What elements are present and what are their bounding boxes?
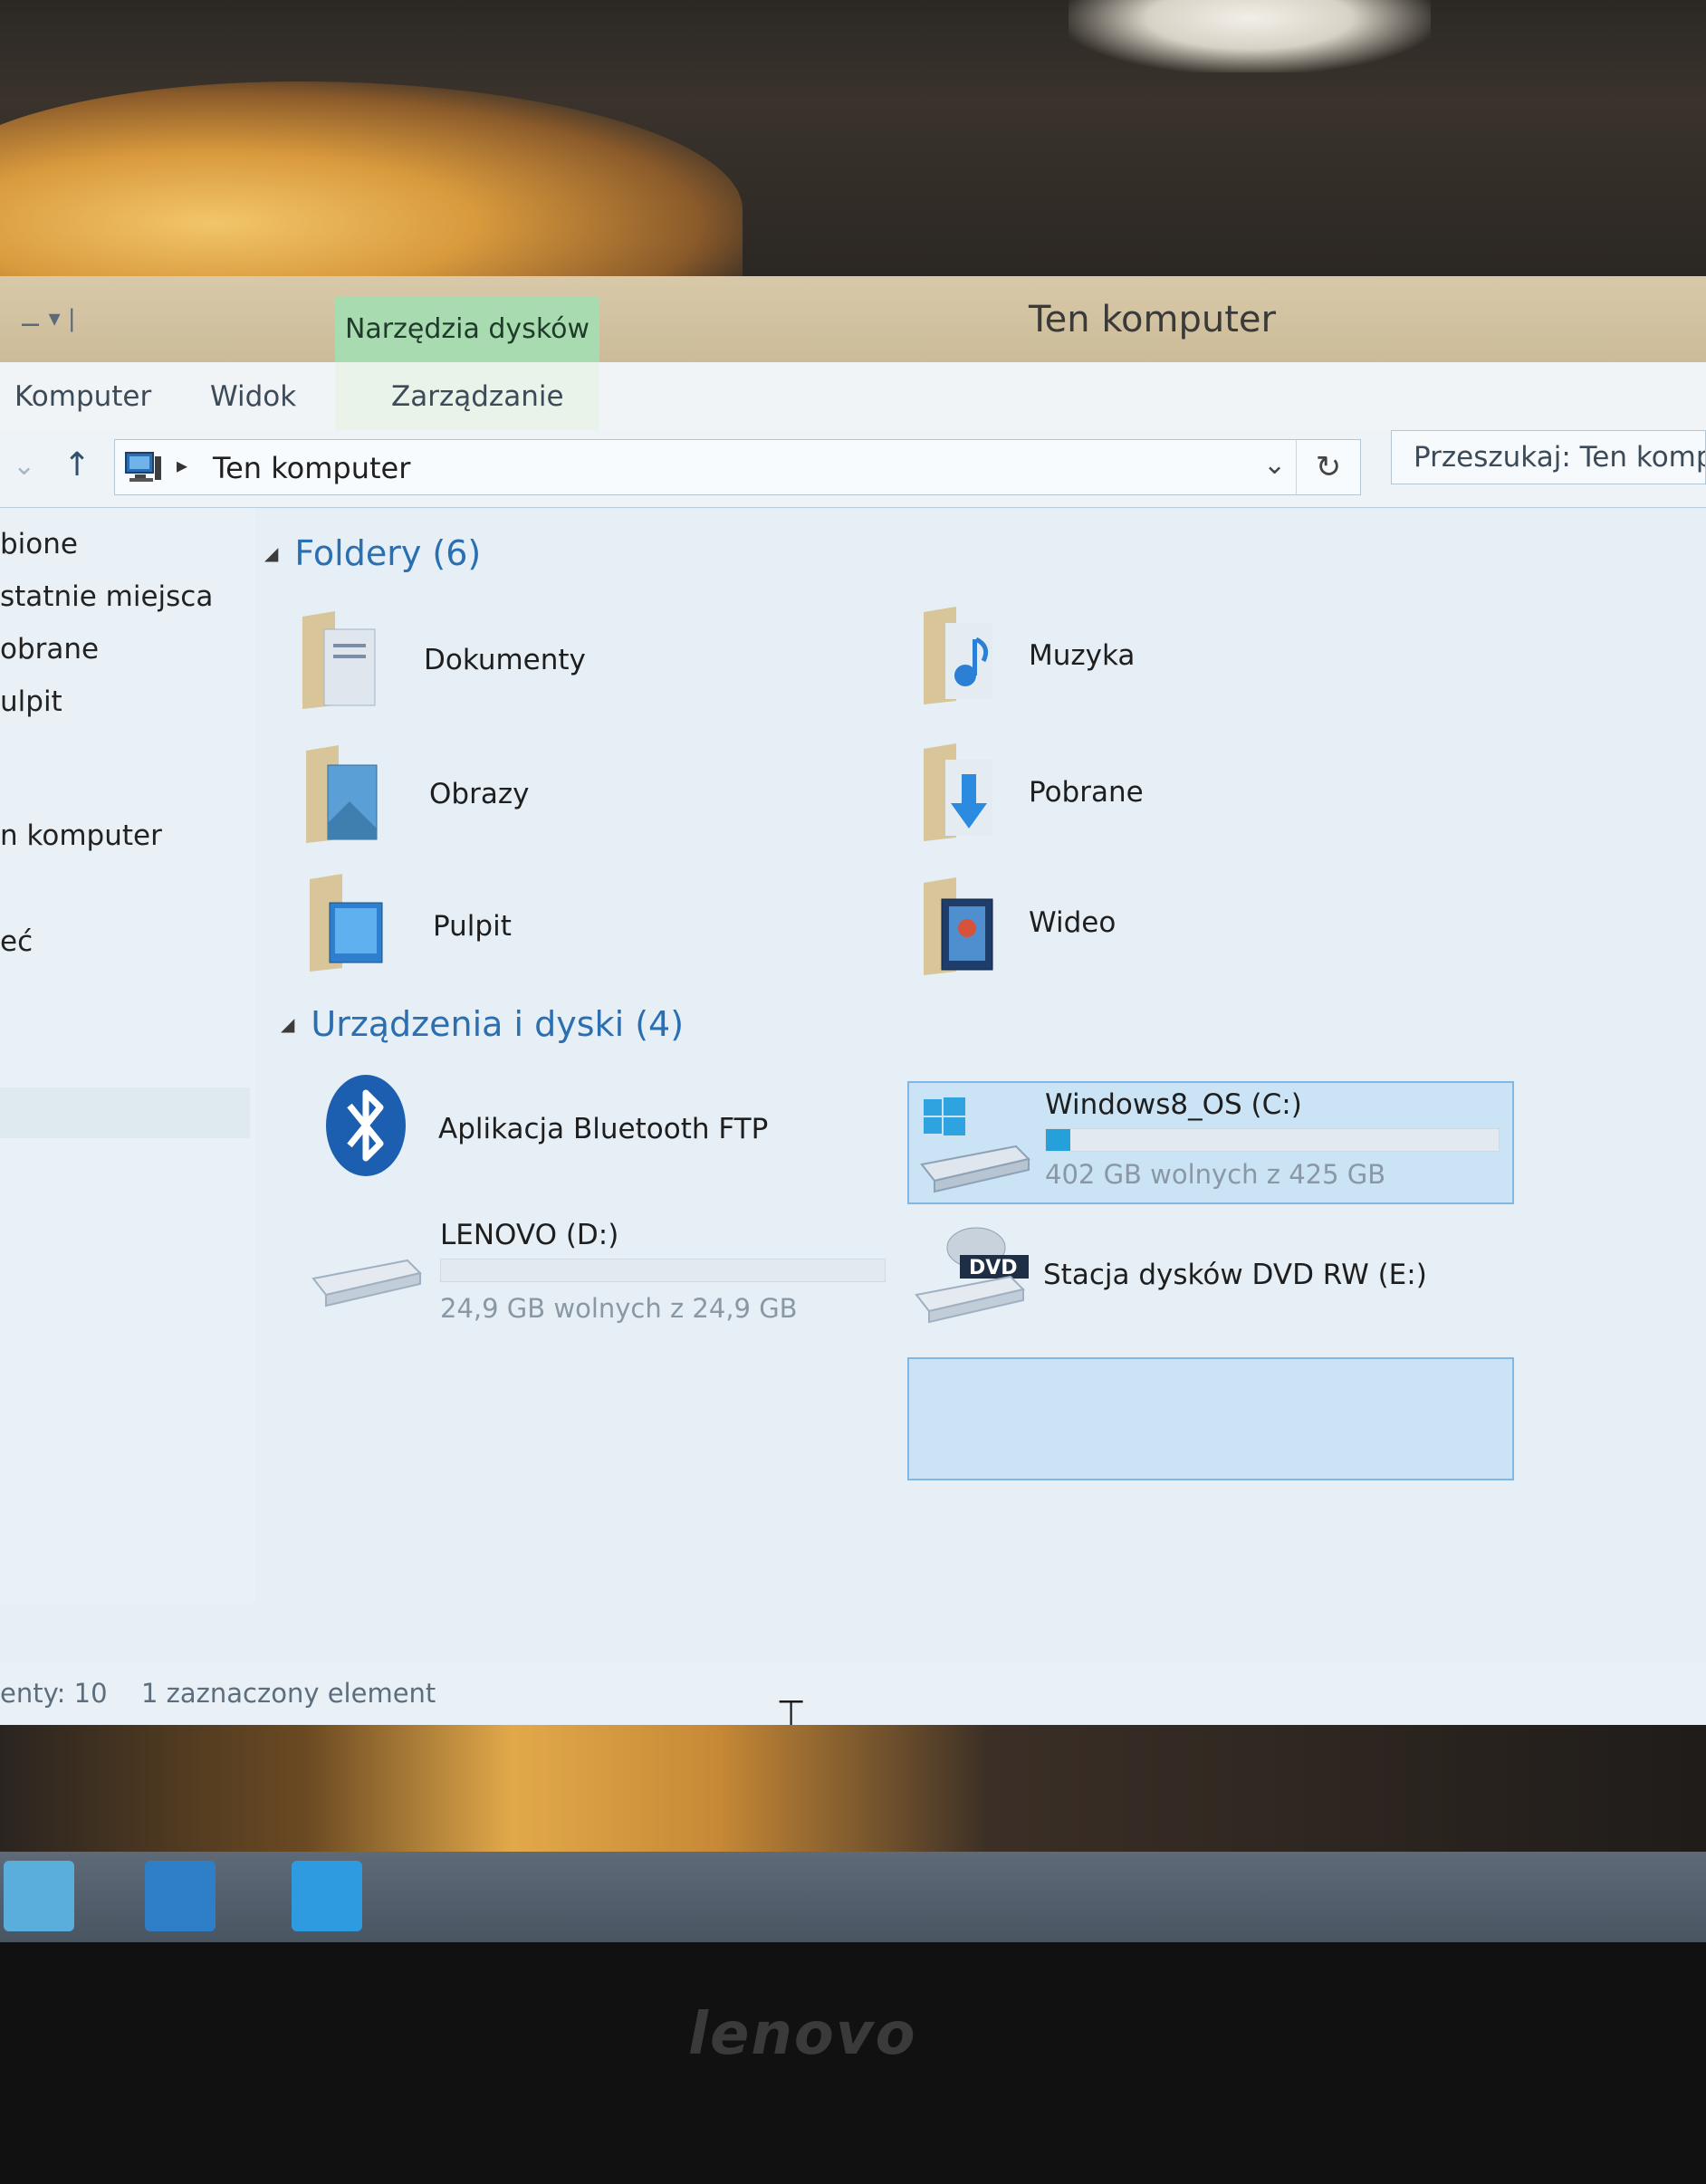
device-bluetooth-ftp[interactable]: Aplikacja Bluetooth FTP: [322, 1071, 829, 1189]
drive-name: Stacja dysków DVD RW (E:): [1043, 1259, 1427, 1291]
group-header-devices[interactable]: ◢ Urządzenia i dyski (4): [281, 1004, 684, 1044]
folder-downloads[interactable]: Pobrane: [920, 740, 1463, 857]
taskbar-computer-icon[interactable]: [145, 1861, 216, 1931]
file-explorer-window: ⚊ ▾ | Narzędzia dysków Ten komputer Komp…: [0, 276, 1706, 1745]
nav-item-this-pc[interactable]: [0, 1087, 250, 1138]
folder-label: Pobrane: [1029, 776, 1144, 809]
drive-name: Windows8_OS (C:): [1045, 1088, 1302, 1121]
collapse-triangle-icon[interactable]: ◢: [281, 1013, 294, 1035]
group-title: Urządzenia i dyski (4): [311, 1004, 685, 1044]
search-input[interactable]: Przeszukaj: Ten komp: [1391, 430, 1706, 484]
folder-videos[interactable]: Wideo: [920, 874, 1463, 991]
address-bar[interactable]: ▸ Ten komputer ⌄ ↻: [114, 439, 1361, 495]
nav-item-this-pc-label[interactable]: n komputer: [0, 819, 162, 852]
folder-pictures[interactable]: Obrazy: [302, 742, 846, 859]
music-folder-icon: [924, 607, 992, 704]
drive-free-space: 402 GB wolnych z 425 GB: [1045, 1159, 1386, 1190]
up-arrow-icon[interactable]: ↑: [63, 446, 91, 484]
address-dropdown-icon[interactable]: ⌄: [1263, 449, 1286, 481]
drive-usage-bar: [1045, 1128, 1500, 1152]
taskbar-mail-icon[interactable]: [4, 1861, 74, 1931]
drive-usage-bar: [440, 1259, 886, 1282]
folder-documents[interactable]: Dokumenty: [299, 608, 842, 725]
group-header-folders[interactable]: ◢ Foldery (6): [264, 533, 481, 573]
folder-label: Pulpit: [433, 910, 512, 943]
bluetooth-icon: [326, 1075, 406, 1176]
selection-count: 1 zaznaczony element: [141, 1678, 436, 1709]
desktop-wallpaper-top: [0, 0, 1706, 290]
brand-logo: lenovo: [688, 2001, 917, 2068]
wallpaper-leaf: [0, 81, 743, 290]
search-placeholder: Przeszukaj: Ten komp: [1414, 441, 1706, 474]
title-bar: ⚊ ▾ | Narzędzia dysków Ten komputer: [0, 276, 1706, 362]
folder-label: Dokumenty: [424, 644, 586, 676]
collapse-triangle-icon[interactable]: ◢: [264, 542, 278, 564]
taskbar: [0, 1852, 1706, 1942]
nav-item-desktop[interactable]: ulpit: [0, 685, 62, 718]
drive-d[interactable]: [310, 1486, 853, 1622]
nav-item-downloads[interactable]: obrane: [0, 633, 99, 666]
navigation-bar: ⌄ ↑ ▸ Ten komputer ⌄ ↻ Przeszukaj: Ten k…: [0, 430, 1706, 508]
drive-c[interactable]: [907, 1357, 1514, 1480]
nav-item-recent[interactable]: statnie miejsca: [0, 580, 213, 613]
desktop-wallpaper-bottom: [0, 1725, 1706, 1852]
navigation-pane: bione statnie miejsca obrane ulpit: [0, 508, 255, 1604]
status-bar: enty: 10 1 zaznaczony element: [0, 1662, 1706, 1725]
videos-folder-icon: [924, 877, 993, 975]
pictures-folder-icon: [306, 745, 378, 843]
nav-item-favorites[interactable]: bione: [0, 528, 78, 560]
folder-label: Wideo: [1029, 906, 1117, 939]
group-title: Foldery (6): [294, 533, 482, 573]
downloads-folder-icon: [924, 743, 992, 841]
nav-item-network[interactable]: eć: [0, 925, 33, 958]
breadcrumb[interactable]: Ten komputer: [213, 451, 410, 485]
contextual-tab-disk-tools[interactable]: Narzędzia dysków: [335, 296, 599, 362]
drive-dvd-tile[interactable]: DVD Stacja dysków DVD RW (E:): [913, 1215, 1547, 1333]
folder-desktop[interactable]: Pulpit: [306, 870, 849, 988]
drive-d-tile[interactable]: LENOVO (D:) 24,9 GB wolnych z 24,9 GB: [308, 1210, 906, 1346]
desktop-folder-icon: [310, 874, 383, 972]
breadcrumb-separator-icon[interactable]: ▸: [177, 453, 187, 478]
drive-c-tile[interactable]: Windows8_OS (C:) 402 GB wolnych z 425 GB: [907, 1081, 1514, 1204]
device-label: Aplikacja Bluetooth FTP: [438, 1113, 769, 1145]
computer-icon: [125, 452, 161, 482]
recent-locations-icon[interactable]: ⌄: [13, 450, 35, 482]
folder-label: Muzyka: [1029, 639, 1136, 672]
content-pane: ◢ Foldery (6) Dokumenty Muzyka Obrazy Po…: [255, 508, 1706, 1604]
dvd-badge: DVD: [969, 1257, 1018, 1279]
drive-name: LENOVO (D:): [440, 1219, 619, 1251]
drive-free-space: 24,9 GB wolnych z 24,9 GB: [440, 1293, 798, 1324]
tab-view[interactable]: Widok: [210, 380, 296, 413]
windows-drive-icon: [920, 1097, 1030, 1193]
folder-label: Obrazy: [429, 778, 530, 810]
window-title: Ten komputer: [1029, 299, 1276, 340]
wallpaper-flare: [1069, 0, 1431, 72]
tab-computer[interactable]: Komputer: [14, 380, 151, 413]
taskbar-app-icon[interactable]: [292, 1861, 362, 1931]
folder-music[interactable]: Muzyka: [920, 603, 1463, 721]
quick-access-toolbar[interactable]: ⚊ ▾ |: [20, 305, 76, 332]
tab-manage[interactable]: Zarządzanie: [391, 380, 564, 413]
ribbon-tabs: Komputer Widok Zarządzanie: [0, 362, 1706, 431]
drive-icon: [311, 1259, 422, 1308]
drive-usage-fill: [1046, 1129, 1070, 1151]
refresh-icon[interactable]: ↻: [1296, 440, 1360, 494]
item-count: enty: 10: [0, 1678, 108, 1709]
documents-folder-icon: [302, 611, 376, 709]
